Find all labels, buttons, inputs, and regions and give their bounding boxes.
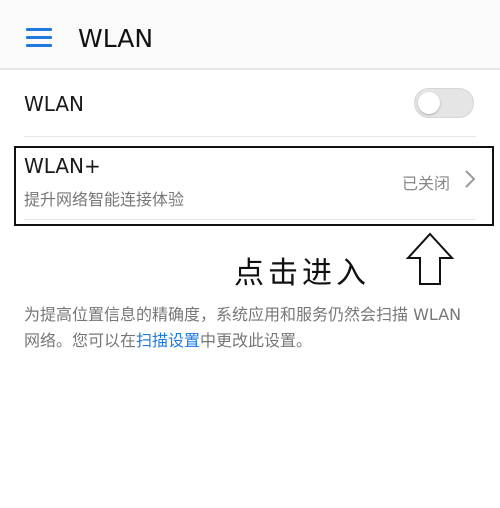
- divider: [24, 136, 476, 137]
- wlan-plus-row[interactable]: WLAN+ 提升网络智能连接体验 已关闭: [14, 146, 494, 226]
- app-header: WLAN: [0, 0, 500, 70]
- wlan-plus-title: WLAN+: [24, 154, 101, 178]
- info-text-after: 中更改此设置。: [200, 331, 313, 350]
- wlan-plus-status: 已关闭: [402, 174, 451, 193]
- chevron-right-icon: [465, 170, 476, 188]
- wlan-label: WLAN: [24, 92, 85, 116]
- divider: [24, 219, 476, 220]
- toggle-knob: [418, 92, 440, 114]
- annotation-text: 点击进入: [234, 256, 370, 291]
- up-arrow-icon: [405, 232, 455, 285]
- hamburger-menu-icon[interactable]: [26, 28, 52, 48]
- wlan-plus-subtitle: 提升网络智能连接体验: [24, 190, 185, 209]
- scan-settings-link[interactable]: 扫描设置: [136, 331, 200, 350]
- info-text: 为提高位置信息的精确度，系统应用和服务仍然会扫描 WLAN 网络。您可以在扫描设…: [24, 302, 474, 354]
- wlan-toggle-switch[interactable]: [414, 88, 474, 118]
- page-title: WLAN: [78, 24, 154, 53]
